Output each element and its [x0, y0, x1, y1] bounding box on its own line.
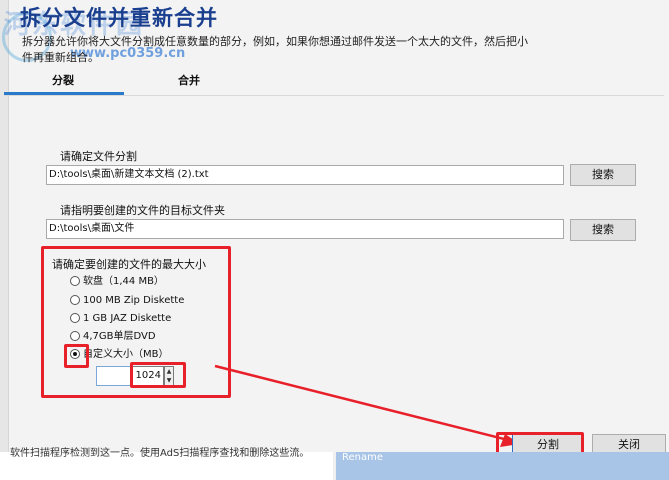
- annotation-arrow: [214, 364, 520, 447]
- arrow-line: [214, 364, 513, 443]
- background-rename-text: Rename: [342, 452, 384, 463]
- background-text: 软件扫描程序检测到这一点。使用AdS扫描程序查找和删除这些流。: [10, 448, 310, 459]
- background-panel-right: [336, 452, 669, 480]
